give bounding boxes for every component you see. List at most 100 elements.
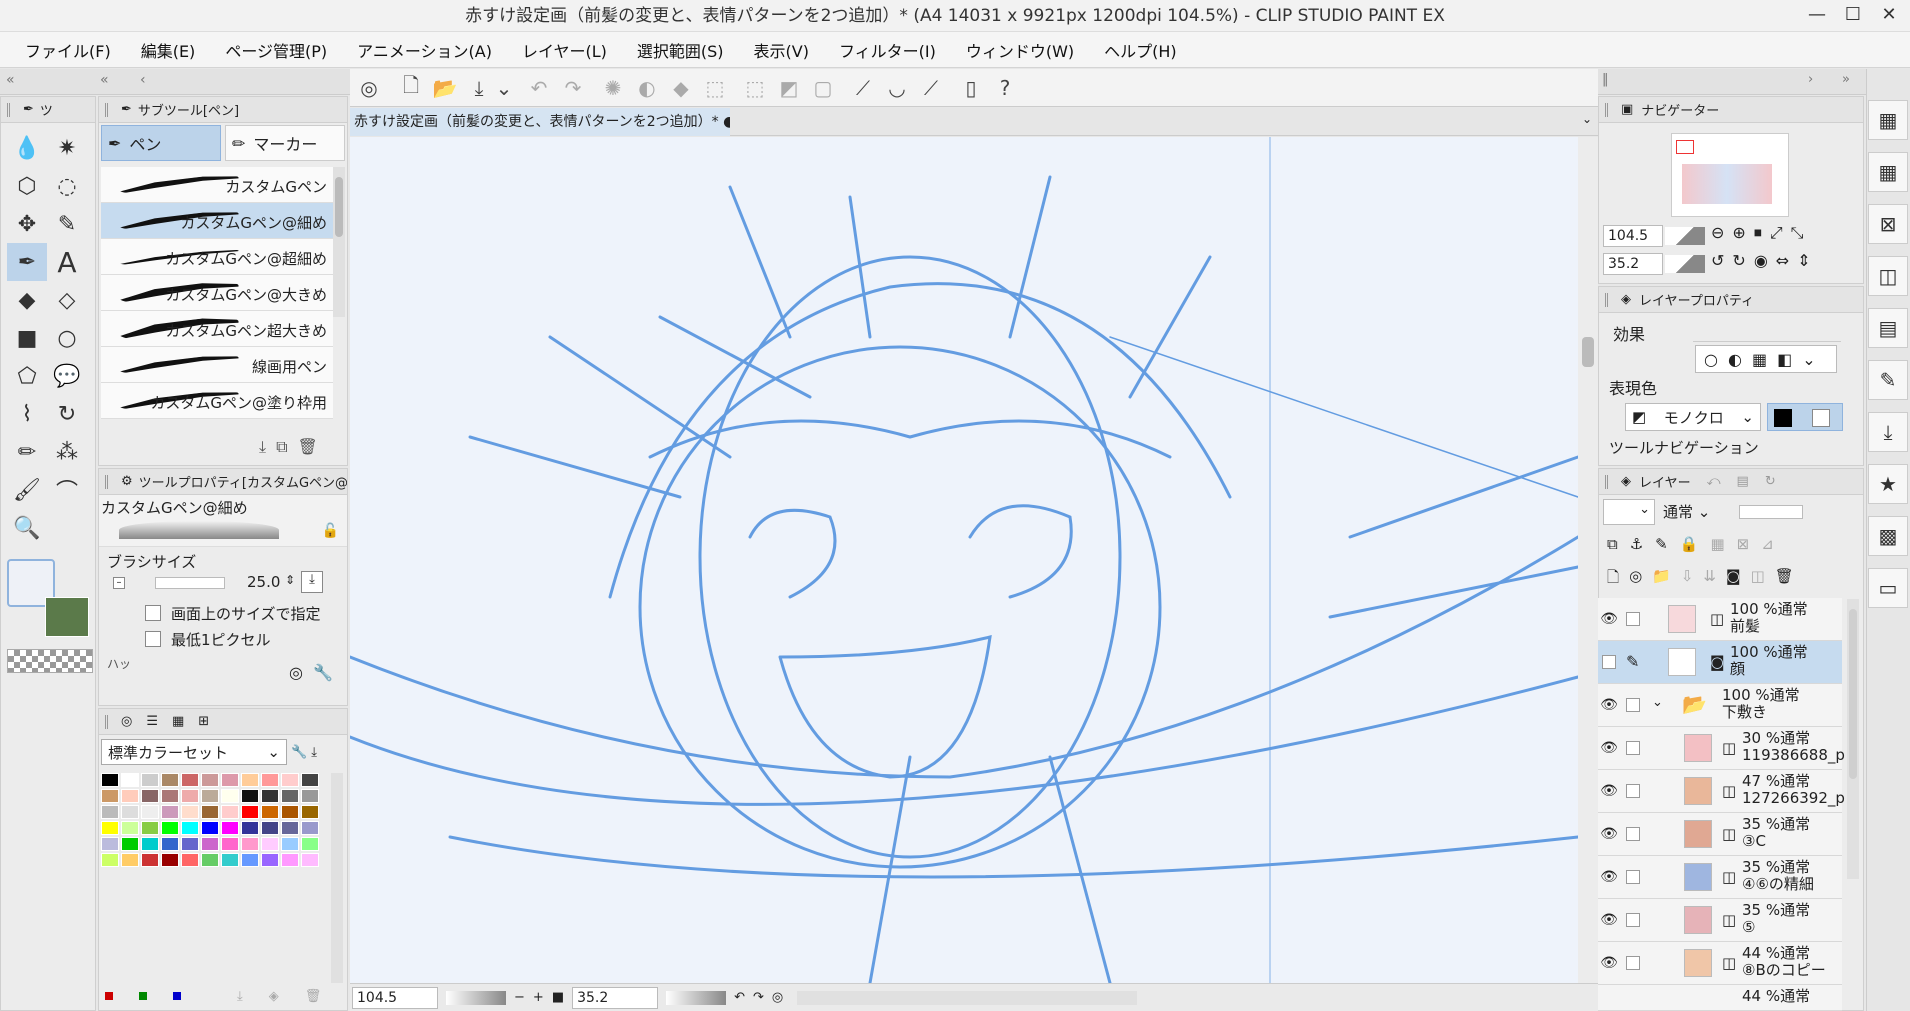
color-swatch[interactable] [141, 853, 159, 867]
minimize-button[interactable]: — [1800, 0, 1834, 32]
fit-icon[interactable]: ⤡ [1791, 223, 1804, 243]
border-effect-icon[interactable]: ○ [1704, 350, 1718, 369]
angle-slider[interactable] [666, 990, 727, 1005]
color-swatch[interactable] [201, 805, 219, 819]
lock-icon[interactable]: 🔓 [322, 523, 339, 539]
menu-filter[interactable]: フィルター(I) [824, 38, 951, 62]
new-vector-layer-icon[interactable]: ◎ [1629, 567, 1642, 592]
color-swatch[interactable] [181, 837, 199, 851]
lock-transparent-icon[interactable]: ▦ [1710, 535, 1724, 553]
collapse-icon[interactable]: « [100, 72, 109, 88]
rotate-right-icon[interactable]: ↻ [1732, 251, 1745, 270]
clip-studio-icon[interactable]: ◎ [352, 71, 386, 105]
menu-layer[interactable]: レイヤー(L) [507, 38, 622, 62]
animation-cels-icon[interactable]: ▤ [1868, 308, 1908, 348]
navigator-zoom-field[interactable]: 104.5 [1603, 225, 1663, 247]
color-swatch[interactable] [201, 853, 219, 867]
layer-search-icon[interactable]: ◫ [1868, 256, 1908, 296]
invert-selection-icon[interactable]: ◩ [772, 71, 806, 105]
reference-icon[interactable]: ⚓ [1630, 535, 1643, 553]
collapse-left-icon[interactable]: « [6, 72, 15, 88]
clip-icon[interactable]: ⧉ [1607, 535, 1618, 553]
brush-item[interactable]: カスタムGペン@大きめ [101, 275, 333, 311]
canvas-v-scrollbar[interactable] [1578, 137, 1598, 983]
layer-select-checkbox[interactable] [1626, 827, 1640, 841]
color-swatch[interactable] [161, 805, 179, 819]
color-swatch[interactable] [221, 853, 239, 867]
color-swatch[interactable] [281, 821, 299, 835]
ruler-snap-icon[interactable]: ⟋ [846, 71, 880, 105]
angle-slider[interactable] [1665, 255, 1705, 273]
brush-item[interactable]: カスタムGペン@超細め [101, 239, 333, 275]
layer-select-checkbox[interactable] [1626, 913, 1640, 927]
grip-icon[interactable] [105, 714, 115, 729]
collapse-box[interactable]: – [113, 577, 125, 589]
color-swatch[interactable] [121, 853, 139, 867]
chevron-right-icon[interactable]: › [1808, 72, 1813, 87]
apply-mask-icon[interactable]: ◫ [1751, 567, 1765, 592]
brush-item[interactable]: カスタムGペン超大きめ [101, 311, 333, 347]
zoom-icon[interactable]: 🔍 [7, 509, 47, 547]
auto-action-icon[interactable]: ▤ [1737, 474, 1749, 489]
color-swatch[interactable] [141, 821, 159, 835]
rotate-icon[interactable]: ↻ [47, 395, 87, 433]
deselect-icon[interactable]: ⬚ [738, 71, 772, 105]
move-icon[interactable]: ✥ [7, 205, 47, 243]
intermediate-color-icon[interactable]: ⊞ [198, 714, 209, 729]
eye-icon[interactable]: 👁 [1598, 912, 1620, 928]
tablet-icon[interactable]: ▯ [954, 71, 988, 105]
chevron-down-icon[interactable]: ⌄ [1582, 112, 1592, 126]
layer-select-checkbox[interactable] [1602, 655, 1616, 669]
fill-selection-icon[interactable]: ◆ [664, 71, 698, 105]
color-swatch[interactable] [101, 773, 119, 787]
collapse-right-icon[interactable]: » [1842, 72, 1850, 87]
navigator-angle-field[interactable]: 35.2 [1603, 253, 1663, 275]
color-swatch[interactable] [181, 821, 199, 835]
help-icon[interactable]: ? [988, 71, 1022, 105]
scrollbar-thumb[interactable] [1582, 337, 1594, 367]
pressure-icon[interactable]: ⤓ [301, 571, 323, 593]
color-swatch[interactable] [301, 837, 319, 851]
wrench-icon[interactable]: 🔧 [313, 663, 333, 682]
layer-select-checkbox[interactable] [1626, 741, 1640, 755]
trash-icon[interactable]: 🗑 [298, 437, 318, 457]
color-swatch[interactable] [121, 837, 139, 851]
maximize-button[interactable]: ☐ [1836, 0, 1870, 32]
color-swatch[interactable] [181, 853, 199, 867]
color-swatch[interactable] [241, 853, 259, 867]
grip-icon[interactable] [1605, 292, 1615, 307]
color-swatch[interactable] [221, 821, 239, 835]
import-icon[interactable]: ⤓ [311, 745, 317, 760]
ruler-visible-icon[interactable]: ⊿ [1761, 535, 1774, 553]
chevron-left-icon[interactable]: ‹ [140, 72, 146, 88]
layer-select-checkbox[interactable] [1626, 956, 1640, 970]
eye-icon[interactable]: 👁 [1598, 611, 1620, 627]
color-swatch[interactable] [161, 837, 179, 851]
menu-selection[interactable]: 選択範囲(S) [622, 38, 739, 62]
color-swatch[interactable] [221, 837, 239, 851]
color-swatch[interactable] [261, 853, 279, 867]
color-swatch[interactable] [101, 821, 119, 835]
trash-icon[interactable]: 🗑 [1775, 567, 1794, 592]
eye-icon[interactable]: 👁 [1598, 740, 1620, 756]
layer-select-checkbox[interactable] [1626, 870, 1640, 884]
expression-color-select[interactable]: ◩ モノクロ ⌄ [1625, 403, 1761, 431]
merge-down-icon[interactable]: ⇊ [1703, 567, 1716, 592]
import-icon[interactable]: ⤓ [259, 437, 266, 457]
color-swatch[interactable] [181, 805, 199, 819]
grip-icon[interactable]: ‖ [1602, 72, 1609, 87]
eye-icon[interactable]: 👁 [1598, 697, 1620, 713]
gradient-icon[interactable]: ■ [7, 319, 47, 357]
close-button[interactable]: ✕ [1872, 0, 1906, 32]
color-swatch[interactable] [121, 773, 139, 787]
color-swatch[interactable] [161, 773, 179, 787]
marker-icon[interactable]: ✏ [7, 433, 47, 471]
layer-row[interactable]: 👁 ◫ 35 %通常 ⑤ [1598, 899, 1842, 942]
zoom-slider[interactable] [1665, 227, 1705, 245]
color-swatch[interactable] [101, 853, 119, 867]
favorite-icon[interactable]: ★ [1868, 464, 1908, 504]
open-file-icon[interactable]: 📂 [428, 71, 462, 105]
color-swatch[interactable] [141, 837, 159, 851]
layer-scrollbar[interactable] [1847, 599, 1859, 879]
eye-icon[interactable]: 👁 [1598, 869, 1620, 885]
